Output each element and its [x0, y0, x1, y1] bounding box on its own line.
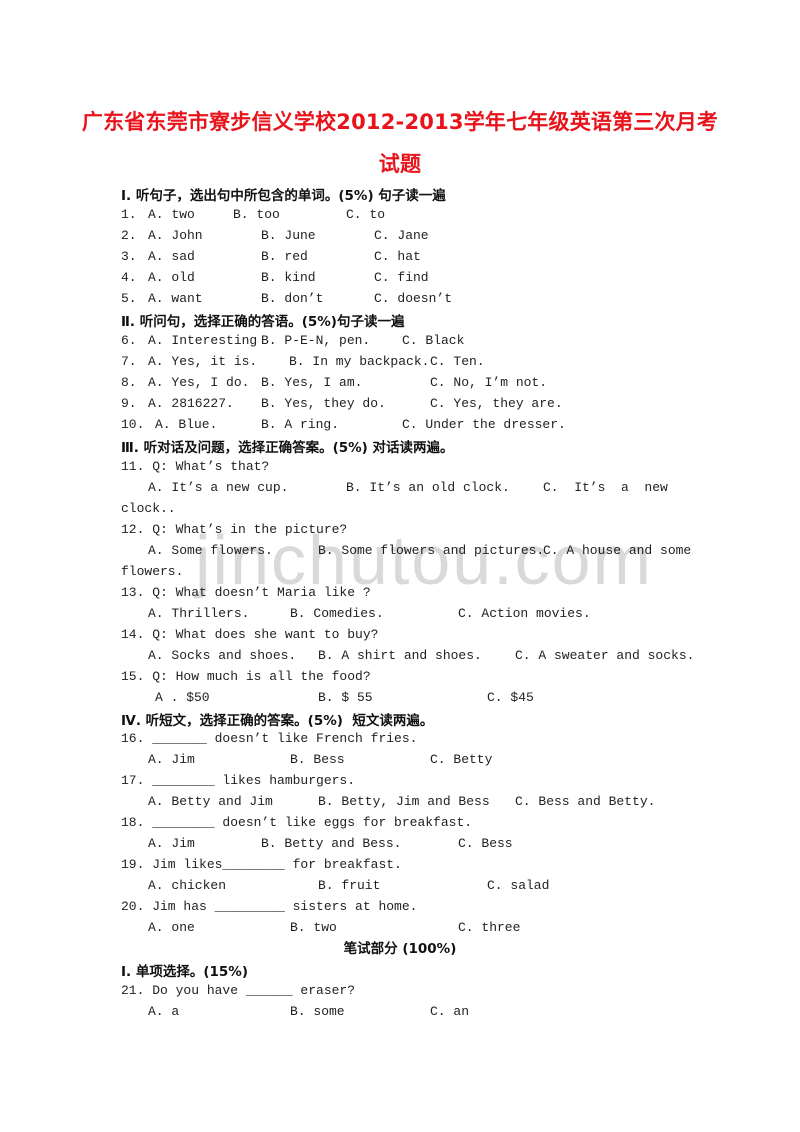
option-c: C. Action movies.	[458, 606, 591, 621]
option-a: A. Jim	[148, 836, 195, 851]
option-a: A . $50	[155, 690, 210, 705]
option-b: B. some	[290, 1004, 345, 1019]
question-stem: 13. Q: What doesn’t Maria like ?	[121, 585, 371, 600]
option-a: A. a	[148, 1004, 180, 1019]
section-heading: I. 单项选择。(15%)	[121, 964, 249, 980]
option-a: A. Jim	[148, 752, 195, 767]
question-stem: 18. ________ doesn’t like eggs for break…	[121, 815, 473, 830]
question-number: 7.	[121, 354, 137, 369]
option-c: C. find	[374, 270, 429, 285]
option-c: C. $45	[487, 690, 534, 705]
option-b: B. $ 55	[318, 690, 373, 705]
option-c: C. Jane	[374, 228, 429, 243]
option-b: B. A ring.	[261, 417, 340, 432]
question-stem: 21. Do you have ______ eraser?	[121, 983, 356, 998]
option-a: A. Betty and Jim	[148, 794, 273, 809]
option-c: C. Bess and Betty.	[515, 794, 656, 809]
option-b: B. P-E-N, pen.	[261, 333, 371, 348]
section-heading: Ⅲ. 听对话及问题，选择正确答案。(5%) 对话读两遍。	[121, 440, 454, 456]
option-b: B. fruit	[318, 878, 381, 893]
section-heading: Ⅳ. 听短文，选择正确的答案。(5%) 短文读两遍。	[121, 713, 434, 729]
option-b: B. Bess	[290, 752, 345, 767]
option-b: B. Comedies.	[290, 606, 384, 621]
question-stem: 20. Jim has _________ sisters at home.	[121, 899, 418, 914]
option-b: B. Some flowers and pictures.	[318, 543, 545, 558]
question-number: 1.	[121, 207, 137, 222]
document-title: 广东省东莞市寮步信义学校2012-2013学年七年级英语第三次月考	[81, 110, 719, 134]
option-c: C. doesn’t	[374, 291, 453, 306]
question-number: 4.	[121, 270, 137, 285]
option-c: C. Betty	[430, 752, 493, 767]
option-b: B. kind	[261, 270, 316, 285]
option-a: A. Yes, it is.	[148, 354, 258, 369]
question-stem: 15. Q: How much is all the food?	[121, 669, 371, 684]
option-c-continued: clock..	[121, 501, 176, 516]
option-c: C. Yes, they are.	[430, 396, 563, 411]
option-a: A. one	[148, 920, 195, 935]
option-c: C. A house and some	[543, 543, 692, 558]
option-a: A. chicken	[148, 878, 227, 893]
option-c: C. A sweater and socks.	[515, 648, 695, 663]
option-c: C. It’s a new	[543, 480, 668, 495]
question-stem: 17. ________ likes hamburgers.	[121, 773, 356, 788]
question-number: 5.	[121, 291, 137, 306]
option-b: B. Betty, Jim and Bess	[318, 794, 490, 809]
option-a: A. want	[148, 291, 203, 306]
option-a: A. John	[148, 228, 203, 243]
option-c: C. three	[458, 920, 521, 935]
option-b: B. two	[290, 920, 337, 935]
question-number: 3.	[121, 249, 137, 264]
question-number: 6.	[121, 333, 137, 348]
document-title-line2: 试题	[378, 152, 422, 176]
option-b: B. red	[261, 249, 308, 264]
option-c: C. hat	[374, 249, 421, 264]
option-c: C. No, I’m not.	[430, 375, 548, 390]
question-number: 8.	[121, 375, 137, 390]
option-c: C. an	[430, 1004, 470, 1019]
option-a: A. Some flowers.	[148, 543, 273, 558]
option-a: A. Blue.	[155, 417, 218, 432]
option-b: B. In my backpack.	[289, 354, 430, 369]
question-stem: 12. Q: What’s in the picture?	[121, 522, 348, 537]
option-a: A. It’s a new cup.	[148, 480, 289, 495]
option-c: C. to	[346, 207, 386, 222]
option-b: B. Yes, they do.	[261, 396, 386, 411]
question-stem: 19. Jim likes________ for breakfast.	[121, 857, 402, 872]
written-part-heading: 笔试部分 (100%)	[343, 941, 457, 957]
option-b: B. Betty and Bess.	[261, 836, 402, 851]
option-c: C. Black	[402, 333, 465, 348]
question-number: 2.	[121, 228, 137, 243]
question-number: 9.	[121, 396, 137, 411]
option-b: B. June	[261, 228, 316, 243]
option-a: A. Yes, I do.	[148, 375, 250, 390]
option-b: B. don’t	[261, 291, 324, 306]
option-b: B. too	[233, 207, 280, 222]
option-a: A. Socks and shoes.	[148, 648, 297, 663]
option-a: A. 2816227.	[148, 396, 234, 411]
option-c: C. salad	[487, 878, 550, 893]
option-c: C. Under the dresser.	[402, 417, 566, 432]
option-a: A. Interesting	[148, 333, 258, 348]
option-a: A. two	[148, 207, 195, 222]
option-a: A. sad	[148, 249, 195, 264]
option-c: C. Bess	[458, 836, 513, 851]
question-stem: 16. _______ doesn’t like French fries.	[121, 731, 418, 746]
option-b: B. It’s an old clock.	[346, 480, 510, 495]
option-a: A. old	[148, 270, 195, 285]
option-c: C. Ten.	[430, 354, 485, 369]
option-a: A. Thrillers.	[148, 606, 250, 621]
question-stem: 11. Q: What’s that?	[121, 459, 270, 474]
section-heading: Ⅱ. 听问句，选择正确的答语。(5%)句子读一遍	[121, 314, 405, 330]
question-number: 10.	[121, 417, 145, 432]
section-heading: Ⅰ. 听句子，选出句中所包含的单词。(5%) 句子读一遍	[121, 188, 446, 204]
option-c-continued: flowers.	[121, 564, 184, 579]
option-b: B. A shirt and shoes.	[318, 648, 482, 663]
option-b: B. Yes, I am.	[261, 375, 363, 390]
question-stem: 14. Q: What does she want to buy?	[121, 627, 379, 642]
